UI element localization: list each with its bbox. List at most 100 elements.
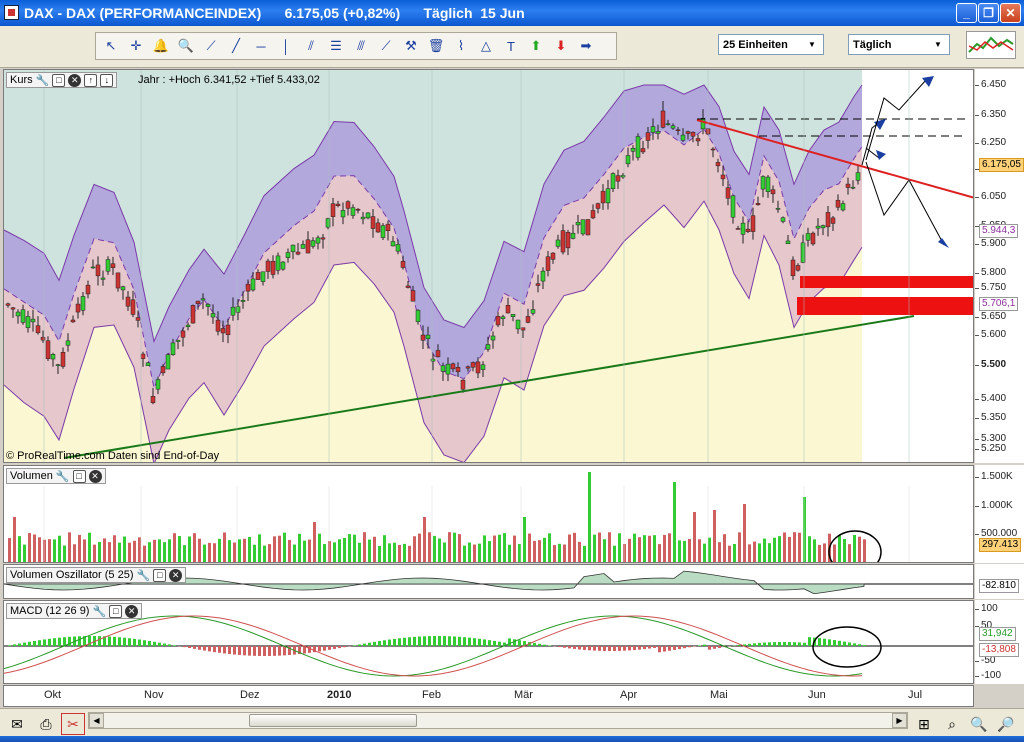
close-button[interactable]: ✕ <box>1000 3 1021 23</box>
unlink-icon[interactable]: ✂ <box>61 713 85 735</box>
volume-bar <box>183 545 186 562</box>
volume-bar <box>713 510 716 562</box>
up-arrow-icon[interactable]: ⬆ <box>525 35 547 57</box>
macd-histogram-bar <box>438 636 441 646</box>
triangle-icon[interactable]: △ <box>475 35 497 57</box>
macd-histogram-bar <box>353 645 356 646</box>
macd-histogram-bar <box>453 636 456 646</box>
zoom-fit-icon[interactable]: ⌕ <box>940 713 964 735</box>
macd-histogram-bar <box>848 642 851 646</box>
candle <box>330 203 336 217</box>
period-select[interactable]: Täglich ▼ <box>848 34 950 55</box>
zoom-in-icon[interactable]: 🔍 <box>967 713 991 735</box>
alarm-bell-icon[interactable]: 🔔 <box>150 35 172 57</box>
down-arrow-icon[interactable]: ⬇ <box>550 35 572 57</box>
macd-panel[interactable]: MACD (12 26 9) 🔧 □ ✕ <box>3 600 974 684</box>
scroll-left-icon[interactable]: ◀ <box>89 713 104 728</box>
volume-bar <box>628 538 631 562</box>
trendline-icon[interactable]: ⟋ <box>200 35 222 57</box>
move-down-icon[interactable]: ↓ <box>100 73 114 87</box>
macd-histogram-bar <box>153 641 156 646</box>
candle <box>360 216 366 220</box>
volume-bar <box>633 533 636 562</box>
macd-histogram-bar <box>213 646 216 653</box>
scroll-thumb[interactable] <box>249 714 417 727</box>
wrench-icon[interactable]: 🔧 <box>56 470 70 483</box>
close-icon[interactable]: ✕ <box>88 469 102 483</box>
candle <box>785 240 791 245</box>
text-icon[interactable]: T <box>500 35 522 57</box>
indicator-icon[interactable] <box>966 31 1016 59</box>
window-title: DAX - DAX (PERFORMANCEINDEX) 6.175,05 (+… <box>24 5 525 21</box>
right-arrow-icon[interactable]: ➡ <box>575 35 597 57</box>
delete-icon[interactable]: 🗑 <box>425 35 447 57</box>
wrench-icon[interactable]: 🔧 <box>137 569 151 582</box>
macd-histogram-bar <box>48 638 51 646</box>
volume-bar <box>703 543 706 562</box>
oscillator-panel-header: Volumen Oszillator (5 25) 🔧 □ ✕ <box>6 567 187 583</box>
close-icon[interactable]: ✕ <box>68 73 82 87</box>
zigzag-icon[interactable]: ⌇ <box>450 35 472 57</box>
line-icon[interactable]: ╱ <box>225 35 247 57</box>
regression-icon[interactable]: ⟋ <box>375 35 397 57</box>
zoom-window-icon[interactable]: ⊞ <box>912 713 936 735</box>
minimize-button[interactable]: _ <box>956 3 977 23</box>
window-icon[interactable]: □ <box>153 568 167 582</box>
volume-bar <box>793 532 796 562</box>
move-up-icon[interactable]: ↑ <box>84 73 98 87</box>
candle <box>620 175 626 178</box>
candle <box>340 210 346 218</box>
close-icon[interactable]: ✕ <box>125 604 139 618</box>
macd-histogram-bar <box>783 642 786 646</box>
zoom-out-icon[interactable]: 🔎 <box>994 713 1018 735</box>
cursor-icon[interactable]: ↖ <box>100 35 122 57</box>
vertical-line-icon[interactable]: │ <box>275 35 297 57</box>
window-icon[interactable]: □ <box>52 73 66 87</box>
fibonacci-icon[interactable]: ☰ <box>325 35 347 57</box>
oscillator-panel[interactable]: Volumen Oszillator (5 25) 🔧 □ ✕ <box>3 564 974 599</box>
volume-bar <box>143 545 146 562</box>
scroll-right-icon[interactable]: ▶ <box>892 713 907 728</box>
parallel-icon[interactable]: ⫻ <box>350 35 372 57</box>
restore-button[interactable]: ❐ <box>978 3 999 23</box>
volume-bar <box>733 543 736 562</box>
wrench-icon[interactable]: 🔧 <box>92 605 106 618</box>
price-chart[interactable]: Kurs 🔧 □ ✕ ↑ ↓ Jahr : +Hoch 6.341,52 +Ti… <box>3 69 974 463</box>
close-icon[interactable]: ✕ <box>169 568 183 582</box>
horizontal-line-icon[interactable]: ─ <box>250 35 272 57</box>
candle <box>90 266 96 269</box>
units-select[interactable]: 25 Einheiten ▼ <box>718 34 824 55</box>
wrench-icon[interactable]: 🔧 <box>36 74 50 87</box>
macd-histogram-bar <box>258 646 261 656</box>
window-icon[interactable]: □ <box>109 604 123 618</box>
macd-histogram-bar <box>613 646 616 651</box>
channel-icon[interactable]: ⫽ <box>300 35 322 57</box>
tools-icon[interactable]: ⚒ <box>400 35 422 57</box>
print-icon[interactable]: ⎙ <box>34 713 58 735</box>
zoom-icon[interactable]: 🔍 <box>175 35 197 57</box>
volume-bar <box>728 545 731 562</box>
candle <box>195 300 201 304</box>
candle <box>50 354 56 360</box>
volume-bar <box>98 541 101 562</box>
candle <box>15 311 21 317</box>
crosshair-icon[interactable]: ✛ <box>125 35 147 57</box>
volume-bar <box>543 537 546 562</box>
horizontal-scrollbar[interactable]: ◀ ▶ <box>88 712 908 729</box>
macd-histogram-bar <box>28 641 31 646</box>
volume-bar <box>303 540 306 562</box>
macd-histogram-bar <box>188 646 191 649</box>
volume-bar <box>198 538 201 562</box>
volume-panel[interactable]: Volumen 🔧 □ ✕ <box>3 465 974 563</box>
macd-histogram-bar <box>38 640 41 646</box>
candle <box>800 242 806 263</box>
price-axis: 6.4506.3506.2506.1506.0505.9505.9005.800… <box>974 69 1024 463</box>
window-icon[interactable]: □ <box>72 469 86 483</box>
candle <box>465 366 471 369</box>
candle <box>120 286 126 291</box>
macd-histogram-bar <box>508 638 511 646</box>
volume-bar <box>263 545 266 562</box>
candle <box>295 251 301 255</box>
mail-icon[interactable]: ✉ <box>5 713 29 735</box>
macd-histogram-bar <box>363 643 366 646</box>
